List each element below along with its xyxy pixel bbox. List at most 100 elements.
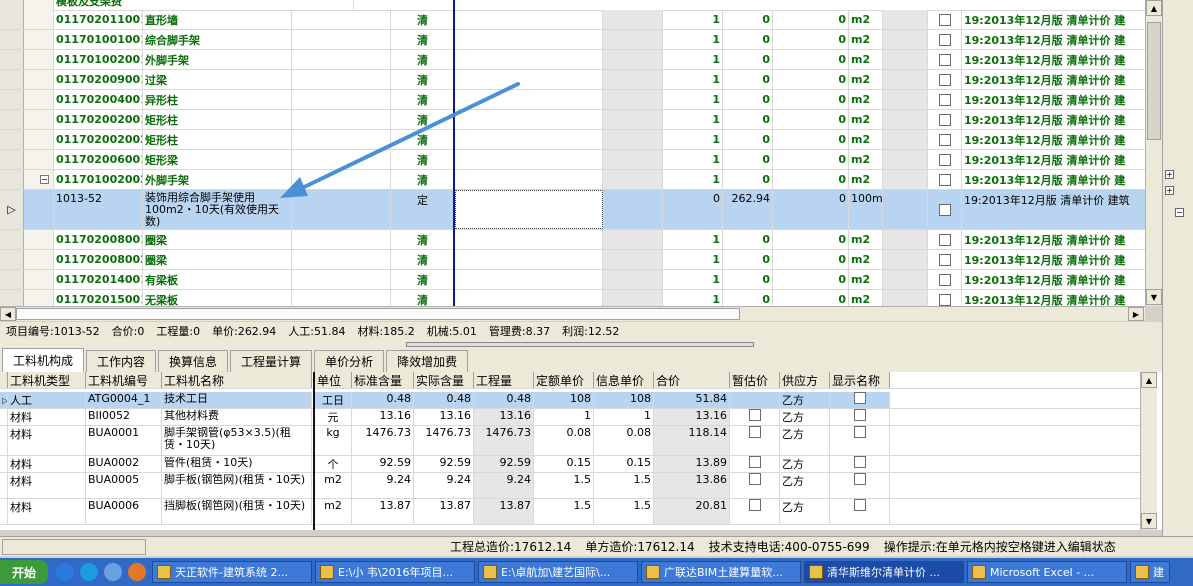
checkbox-icon[interactable]	[853, 392, 866, 404]
unit-cell[interactable]: 个	[315, 456, 352, 472]
expand-icon[interactable]: +	[1165, 170, 1174, 179]
type-cell[interactable]: 材料	[8, 426, 86, 455]
checkbox-icon[interactable]	[853, 426, 866, 438]
display-name-cell[interactable]	[830, 473, 890, 498]
code-cell[interactable]: BII0052	[86, 409, 162, 425]
info-price-cell[interactable]: 0.15	[594, 456, 654, 472]
supplier-cell[interactable]: 乙方	[780, 392, 830, 408]
column-header[interactable]: 实际含量	[414, 372, 474, 388]
taskbar[interactable]: 开始 天正软件-建筑系统 2... E:\小 韦\2016年项目... E:\卓航加…	[0, 558, 1193, 586]
code-cell[interactable]: BUA0001	[86, 426, 162, 455]
tab-4[interactable]: 单价分析	[314, 350, 385, 372]
tab-1[interactable]: 工作内容	[86, 350, 157, 372]
checkbox-icon[interactable]	[748, 473, 761, 485]
base-price-cell[interactable]: 0.15	[534, 456, 594, 472]
taskbar-item[interactable]: 广联达BIM土建算量软...	[641, 561, 801, 583]
info-price-cell[interactable]: 0.08	[594, 426, 654, 455]
name-cell[interactable]: 挡脚板(钢笆网)(租赁・10天)	[162, 499, 312, 524]
code-cell[interactable]: BUA0002	[86, 456, 162, 472]
base-price-cell[interactable]: 1.5	[534, 499, 594, 524]
qty-cell[interactable]: 9.24	[474, 473, 534, 498]
actual-qty-cell[interactable]: 1476.73	[414, 426, 474, 455]
pane-splitter[interactable]	[0, 340, 1162, 348]
tab-0[interactable]: 工料机构成	[2, 348, 85, 372]
detail-tabs[interactable]: 工料机构成 工作内容 换算信息 工程量计算 单价分析 降效增加费	[0, 348, 1162, 372]
base-price-cell[interactable]: 1	[534, 409, 594, 425]
resource-row[interactable]: 材料 BUA0002 管件(租赁・10天) 个 92.59 92.59 92.59 0.15 0…	[0, 456, 1140, 473]
taskbar-items[interactable]: 天正软件-建筑系统 2... E:\小 韦\2016年项目... E:\卓航加\建艺…	[152, 561, 1173, 583]
supplier-cell[interactable]: 乙方	[780, 456, 830, 472]
taskbar-item[interactable]: E:\小 韦\2016年项目...	[315, 561, 475, 583]
display-name-cell[interactable]	[830, 499, 890, 524]
total-cell[interactable]: 118.14	[654, 426, 730, 455]
taskbar-item[interactable]: 建	[1130, 561, 1170, 583]
checkbox-icon[interactable]	[853, 473, 866, 485]
display-name-cell[interactable]	[830, 456, 890, 472]
checkbox-icon[interactable]	[853, 456, 866, 468]
base-price-cell[interactable]: 0.08	[534, 426, 594, 455]
provisional-cell[interactable]	[730, 499, 780, 524]
start-button[interactable]: 开始	[0, 560, 48, 584]
tab-5[interactable]: 降效增加费	[386, 350, 469, 372]
total-cell[interactable]: 13.86	[654, 473, 730, 498]
scroll-up-icon[interactable]: ▲	[1141, 372, 1157, 388]
checkbox-icon[interactable]	[853, 409, 866, 421]
std-qty-cell[interactable]: 1476.73	[352, 426, 414, 455]
column-header[interactable]: 暂估价	[730, 372, 780, 388]
bill-grid[interactable]: 模板及支架费 011702011001 直形墙清 1 0 0 m2 19:2013年12月版…	[0, 0, 1162, 306]
horizontal-scrollbar[interactable]: ◀ ▶	[0, 306, 1145, 321]
total-cell[interactable]: 20.81	[654, 499, 730, 524]
total-cell[interactable]: 51.84	[654, 392, 730, 408]
qty-cell[interactable]: 92.59	[474, 456, 534, 472]
qty-cell[interactable]: 1476.73	[474, 426, 534, 455]
type-cell[interactable]: 材料	[8, 456, 86, 472]
name-cell[interactable]: 技术工日	[162, 392, 312, 408]
type-cell[interactable]: 人工	[8, 392, 86, 408]
column-header[interactable]: 合价	[654, 372, 730, 388]
supplier-cell[interactable]: 乙方	[780, 499, 830, 524]
unit-cell[interactable]: m2	[315, 473, 352, 498]
actual-qty-cell[interactable]: 9.24	[414, 473, 474, 498]
column-header[interactable]: 单位	[315, 372, 352, 388]
resource-row[interactable]: 材料 BUA0001 脚手架钢管(φ53×3.5)(租赁・10天) kg 1476.73…	[0, 426, 1140, 456]
app-icon[interactable]	[104, 563, 122, 581]
total-cell[interactable]: 13.16	[654, 409, 730, 425]
total-cell[interactable]: 13.89	[654, 456, 730, 472]
std-qty-cell[interactable]: 0.48	[352, 392, 414, 408]
resource-row[interactable]: ▷ 人工 ATG0004_1 技术工日 工日 0.48 0.48 0.48 108 108 51.8…	[0, 392, 1140, 409]
resource-row[interactable]: 材料 BUA0006 挡脚板(钢笆网)(租赁・10天) m2 13.87 13.87 13.…	[0, 499, 1140, 525]
actual-qty-cell[interactable]: 13.87	[414, 499, 474, 524]
actual-qty-cell[interactable]: 92.59	[414, 456, 474, 472]
display-name-cell[interactable]	[830, 409, 890, 425]
column-header[interactable]: 工料机编号	[86, 372, 162, 388]
provisional-cell[interactable]	[730, 392, 780, 408]
taskbar-item[interactable]: 清华斯维尔清单计价 ...	[804, 561, 964, 583]
base-price-cell[interactable]: 1.5	[534, 473, 594, 498]
scroll-up-icon[interactable]: ▲	[1146, 0, 1162, 16]
info-price-cell[interactable]: 1.5	[594, 473, 654, 498]
provisional-cell[interactable]	[730, 409, 780, 425]
scroll-left-icon[interactable]: ◀	[0, 307, 16, 321]
supplier-cell[interactable]: 乙方	[780, 409, 830, 425]
collapse-icon[interactable]: −	[1175, 208, 1184, 217]
taskbar-item[interactable]: Microsoft Excel - ...	[967, 561, 1127, 583]
right-side-panel[interactable]: + + −	[1162, 0, 1193, 536]
qty-cell[interactable]: 0.48	[474, 392, 534, 408]
name-cell[interactable]: 脚手板(钢笆网)(租赁・10天)	[162, 473, 312, 498]
name-cell[interactable]: 脚手架钢管(φ53×3.5)(租赁・10天)	[162, 426, 312, 455]
splitter-handle[interactable]	[406, 342, 754, 347]
column-header[interactable]: 定额单价	[534, 372, 594, 388]
app-icon[interactable]	[128, 563, 146, 581]
lower-vertical-scrollbar[interactable]: ▲ ▼	[1140, 372, 1157, 530]
column-header[interactable]: 工料机类型	[8, 372, 86, 388]
vertical-scrollbar[interactable]: ▲ ▼	[1145, 0, 1162, 306]
taskbar-item[interactable]: 天正软件-建筑系统 2...	[152, 561, 312, 583]
taskbar-item[interactable]: E:\卓航加\建艺国际\...	[478, 561, 638, 583]
unit-cell[interactable]: m2	[315, 499, 352, 524]
provisional-cell[interactable]	[730, 456, 780, 472]
supplier-cell[interactable]: 乙方	[780, 426, 830, 455]
checkbox-icon[interactable]	[748, 409, 761, 421]
resource-grid[interactable]: 工料机类型 工料机编号 工料机名称 单位 标准含量 实际含量 工程量 定额单价 信息单价 合价 暂估…	[0, 372, 1162, 530]
checkbox-icon[interactable]	[748, 499, 761, 511]
name-cell[interactable]: 管件(租赁・10天)	[162, 456, 312, 472]
